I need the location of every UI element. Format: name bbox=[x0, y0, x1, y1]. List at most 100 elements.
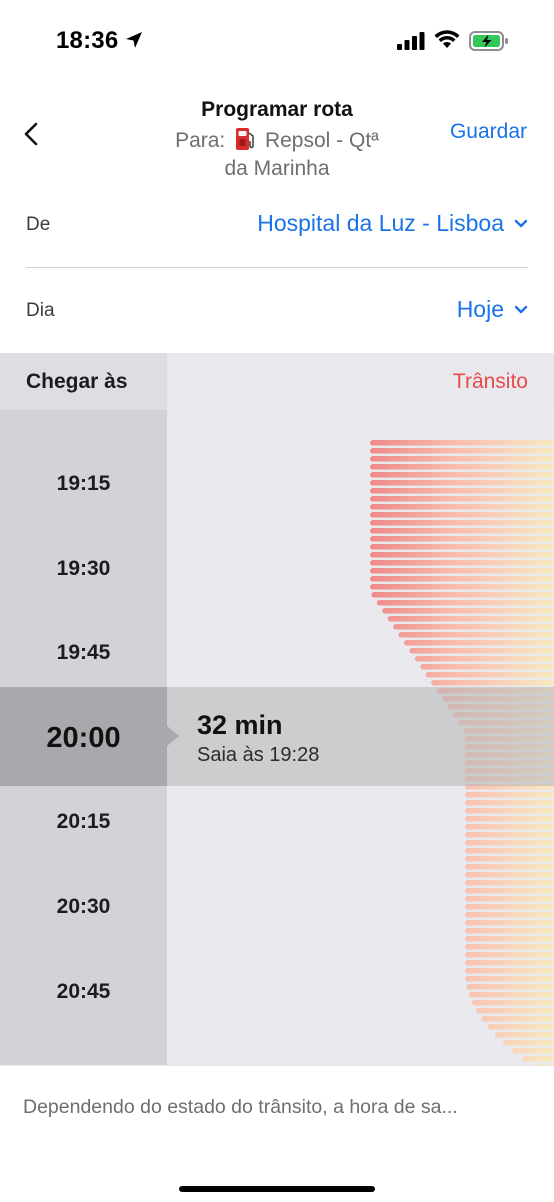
traffic-bar bbox=[409, 648, 554, 654]
traffic-bar bbox=[465, 792, 554, 798]
arrive-label: Chegar às bbox=[26, 370, 128, 393]
traffic-bar bbox=[465, 864, 554, 870]
traffic-bar bbox=[465, 816, 554, 822]
day-row: Dia Hoje bbox=[26, 296, 528, 328]
traffic-bar bbox=[370, 560, 554, 566]
traffic-bar bbox=[370, 456, 554, 462]
traffic-bar bbox=[370, 488, 554, 494]
day-label: Dia bbox=[26, 300, 55, 321]
destination-prefix: Para: bbox=[175, 129, 226, 152]
traffic-bar bbox=[465, 912, 554, 918]
traffic-bar bbox=[370, 496, 554, 502]
traffic-bar bbox=[465, 880, 554, 886]
traffic-bar bbox=[465, 808, 554, 814]
time-slot[interactable]: 20:45 bbox=[0, 980, 167, 1004]
time-slot[interactable]: 19:30 bbox=[0, 557, 167, 581]
nav-header: Programar rota Para: Repsol - Qtª da Mar… bbox=[0, 84, 554, 194]
traffic-bar bbox=[476, 1008, 554, 1014]
traffic-bar bbox=[370, 568, 554, 574]
traffic-bar bbox=[503, 1040, 554, 1046]
traffic-bar bbox=[414, 656, 554, 662]
traffic-bar bbox=[370, 520, 554, 526]
traffic-bar bbox=[465, 976, 554, 982]
traffic-bar bbox=[465, 944, 554, 950]
traffic-bar bbox=[512, 1048, 554, 1054]
traffic-bar bbox=[398, 632, 554, 638]
traffic-bar bbox=[465, 840, 554, 846]
destination-name-line1: Repsol - Qtª bbox=[264, 129, 379, 152]
traffic-bar bbox=[393, 624, 554, 630]
traffic-bar bbox=[465, 952, 554, 958]
traffic-bar bbox=[371, 592, 554, 598]
battery-charging-icon bbox=[469, 31, 508, 51]
location-arrow-icon bbox=[126, 32, 142, 48]
traffic-bar bbox=[465, 848, 554, 854]
home-indicator[interactable] bbox=[179, 1186, 375, 1192]
traffic-bar bbox=[481, 1016, 554, 1022]
footer: Dependendo do estado do trânsito, a hora… bbox=[0, 1065, 554, 1202]
back-chevron-icon[interactable] bbox=[20, 120, 44, 148]
traffic-bar bbox=[465, 960, 554, 966]
traffic-bar bbox=[465, 824, 554, 830]
traffic-bar bbox=[404, 640, 554, 646]
from-row: De Hospital da Luz - Lisboa bbox=[26, 210, 528, 242]
traffic-bar bbox=[370, 480, 554, 486]
chevron-down-icon bbox=[514, 219, 528, 227]
traffic-bar bbox=[370, 536, 554, 542]
from-selector[interactable]: Hospital da Luz - Lisboa bbox=[257, 210, 528, 237]
arrive-column-header: Chegar às bbox=[0, 353, 167, 410]
selection-pointer bbox=[167, 726, 179, 746]
traffic-bar bbox=[468, 992, 554, 998]
traffic-bar bbox=[431, 680, 554, 686]
traffic-bar bbox=[471, 1000, 554, 1006]
traffic-bar bbox=[370, 472, 554, 478]
traffic-bar bbox=[465, 968, 554, 974]
traffic-bar bbox=[370, 584, 554, 590]
status-time: 18:36 bbox=[56, 27, 119, 54]
save-button[interactable]: Guardar bbox=[450, 120, 527, 144]
time-grid[interactable]: 19:15 19:30 19:45 20:00 32 min Saia às 1… bbox=[0, 410, 554, 1065]
traffic-bar bbox=[465, 856, 554, 862]
traffic-bar bbox=[465, 904, 554, 910]
time-slot[interactable]: 19:15 bbox=[0, 472, 167, 496]
traffic-bar bbox=[425, 672, 554, 678]
selected-time: 20:00 bbox=[46, 722, 121, 754]
time-slot[interactable]: 19:45 bbox=[0, 641, 167, 665]
page-title: Programar rota bbox=[201, 98, 353, 121]
footer-note: Dependendo do estado do trânsito, a hora… bbox=[23, 1096, 458, 1118]
day-selector[interactable]: Hoje bbox=[457, 296, 528, 323]
trip-duration: 32 min bbox=[197, 710, 283, 740]
traffic-bar bbox=[387, 616, 554, 622]
traffic-bar bbox=[522, 1056, 554, 1062]
traffic-bar bbox=[465, 936, 554, 942]
traffic-bar bbox=[487, 1024, 554, 1030]
status-bar: 18:36 bbox=[0, 0, 554, 84]
traffic-bar bbox=[370, 504, 554, 510]
from-value: Hospital da Luz - Lisboa bbox=[257, 210, 504, 236]
day-value: Hoje bbox=[456, 296, 504, 322]
traffic-bar bbox=[370, 576, 554, 582]
traffic-bar bbox=[370, 512, 554, 518]
traffic-bar bbox=[465, 800, 554, 806]
traffic-bar bbox=[465, 888, 554, 894]
time-slot[interactable]: 20:30 bbox=[0, 895, 167, 919]
divider bbox=[26, 267, 528, 268]
traffic-bar bbox=[465, 896, 554, 902]
fuel-pump-icon bbox=[236, 128, 254, 150]
wifi-icon bbox=[434, 30, 460, 48]
departure-time: Saia às 19:28 bbox=[197, 744, 320, 766]
traffic-bar bbox=[370, 440, 554, 446]
signal-icon bbox=[397, 32, 425, 50]
traffic-bar bbox=[370, 528, 554, 534]
time-slot[interactable]: 20:15 bbox=[0, 810, 167, 834]
traffic-label: Trânsito bbox=[452, 370, 528, 393]
from-label: De bbox=[26, 214, 51, 235]
traffic-bar bbox=[465, 832, 554, 838]
traffic-bar bbox=[465, 928, 554, 934]
chevron-down-icon bbox=[514, 305, 528, 313]
traffic-bar bbox=[370, 448, 554, 454]
traffic-bar bbox=[465, 920, 554, 926]
destination-name-line2: da Marinha bbox=[224, 157, 330, 180]
traffic-bar bbox=[494, 1032, 554, 1038]
destination-subtitle: Para: Repsol - Qtª da Marinha bbox=[150, 127, 404, 183]
